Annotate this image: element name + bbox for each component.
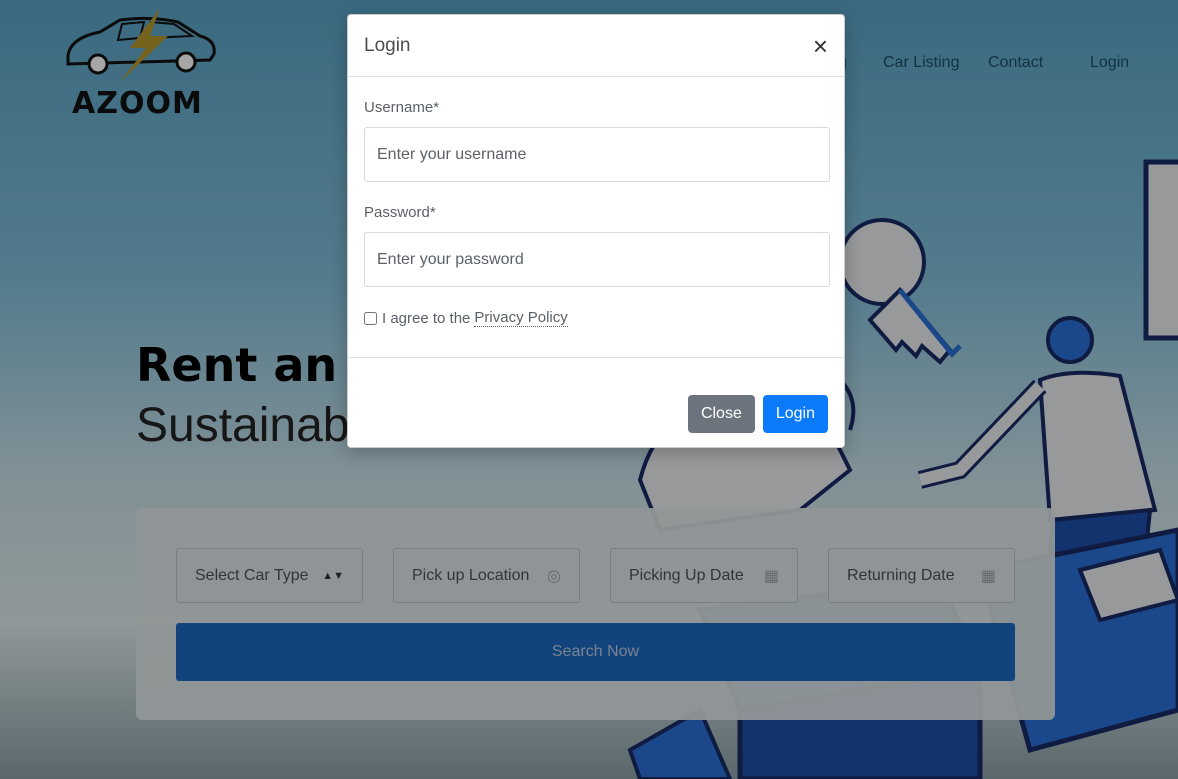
modal-title: Login: [364, 34, 411, 56]
privacy-policy-link[interactable]: Privacy Policy: [474, 309, 568, 327]
username-input[interactable]: [364, 127, 830, 182]
agree-text: I agree to the: [382, 309, 471, 327]
password-input[interactable]: [364, 232, 830, 287]
privacy-checkbox[interactable]: [364, 311, 377, 325]
privacy-agree-row: I agree to the Privacy Policy: [364, 309, 828, 327]
modal-footer: Close Login: [687, 395, 828, 433]
login-modal: Login × Username* Password* I agree to t…: [347, 14, 845, 448]
close-icon[interactable]: ×: [813, 33, 828, 59]
modal-body: Username* Password* I agree to the Priva…: [348, 77, 844, 358]
password-label: Password*: [364, 204, 436, 221]
username-label: Username*: [364, 99, 440, 116]
login-button[interactable]: Login: [762, 395, 828, 433]
modal-header: Login ×: [348, 15, 844, 77]
close-button[interactable]: Close: [687, 395, 755, 433]
